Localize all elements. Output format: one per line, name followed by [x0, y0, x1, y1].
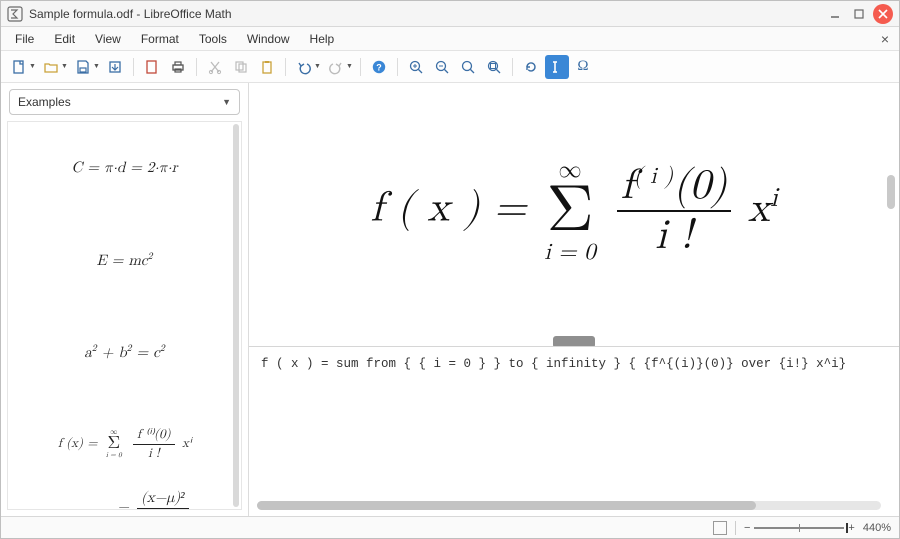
example-item[interactable]: − (x−μ)² [8, 490, 241, 510]
save-button[interactable] [71, 55, 95, 79]
undo-caret[interactable]: ▼ [314, 63, 322, 70]
cut-button[interactable] [203, 55, 227, 79]
titlebar: Sample formula.odf - LibreOffice Math [1, 1, 899, 27]
zoom-out-icon[interactable]: − [744, 522, 750, 534]
export-pdf-button[interactable] [140, 55, 164, 79]
zoom-in-icon[interactable]: + [848, 522, 854, 534]
menu-help[interactable]: Help [300, 29, 345, 49]
formula-cursor-button[interactable] [545, 55, 569, 79]
redo-button[interactable] [324, 55, 348, 79]
menu-format[interactable]: Format [131, 29, 189, 49]
examples-list: C = π·d = 2·π·r E = mc2 a2 + b2 = c2 f (… [7, 121, 242, 510]
main: f ( x ) = ∞ Σ i = 0 f( i )(0) i ! xi [249, 83, 899, 516]
menu-edit[interactable]: Edit [44, 29, 85, 49]
editor-scrollbar[interactable] [257, 501, 881, 510]
statusbar: − + 440% [1, 516, 899, 538]
undo-button[interactable] [292, 55, 316, 79]
sidebar-scrollbar[interactable] [233, 124, 239, 507]
command-editor[interactable]: f ( x ) = sum from { { i = 0 } } to { in… [249, 346, 899, 516]
toolbar: ▼ ▼ ▼ ▼ ▼ ? [1, 51, 899, 83]
close-button[interactable] [873, 4, 893, 24]
refresh-button[interactable] [519, 55, 543, 79]
svg-text:?: ? [376, 62, 382, 72]
zoom-100-button[interactable] [456, 55, 480, 79]
maximize-button[interactable] [849, 4, 869, 24]
redo-caret[interactable]: ▼ [346, 63, 354, 70]
paste-button[interactable] [255, 55, 279, 79]
zoom-fit-button[interactable] [482, 55, 506, 79]
export-button[interactable] [103, 55, 127, 79]
zoom-slider[interactable]: − + [744, 522, 855, 534]
window-title: Sample formula.odf - LibreOffice Math [29, 7, 232, 21]
document-close-icon[interactable]: × [875, 31, 895, 47]
canvas-scrollbar[interactable] [887, 91, 895, 332]
example-item[interactable]: f (x) = ∞ Σ i = 0 f ⁽ⁱ⁾(0) i ! xⁱ [8, 398, 241, 490]
menu-window[interactable]: Window [237, 29, 300, 49]
copy-button[interactable] [229, 55, 253, 79]
menu-file[interactable]: File [5, 29, 44, 49]
save-status-icon[interactable] [713, 521, 727, 535]
category-dropdown-label: Examples [18, 95, 71, 109]
body: Examples ▼ C = π·d = 2·π·r E = mc2 a2 + … [1, 83, 899, 516]
command-text[interactable]: f ( x ) = sum from { { i = 0 } } to { in… [249, 347, 899, 381]
chevron-down-icon: ▼ [222, 97, 231, 107]
open-caret[interactable]: ▼ [61, 63, 69, 70]
example-item[interactable]: a2 + b2 = c2 [8, 306, 241, 398]
print-button[interactable] [166, 55, 190, 79]
open-button[interactable] [39, 55, 63, 79]
formula-canvas[interactable]: f ( x ) = ∞ Σ i = 0 f( i )(0) i ! xi [249, 83, 899, 340]
menu-tools[interactable]: Tools [189, 29, 237, 49]
new-caret[interactable]: ▼ [29, 63, 37, 70]
example-item[interactable]: E = mc2 [8, 214, 241, 306]
zoom-in-button[interactable] [404, 55, 428, 79]
example-item[interactable]: C = π·d = 2·π·r [8, 122, 241, 214]
save-caret[interactable]: ▼ [93, 63, 101, 70]
new-button[interactable] [7, 55, 31, 79]
symbols-button[interactable]: Ω [571, 55, 595, 79]
menubar: File Edit View Format Tools Window Help … [1, 27, 899, 51]
app-window: Sample formula.odf - LibreOffice Math Fi… [0, 0, 900, 539]
rendered-formula: f ( x ) = ∞ Σ i = 0 f( i )(0) i ! xi [370, 159, 777, 264]
help-button[interactable]: ? [367, 55, 391, 79]
category-dropdown[interactable]: Examples ▼ [9, 89, 240, 115]
menu-view[interactable]: View [85, 29, 131, 49]
minimize-button[interactable] [825, 4, 845, 24]
zoom-out-button[interactable] [430, 55, 454, 79]
app-icon [7, 6, 23, 22]
elements-sidebar: Examples ▼ C = π·d = 2·π·r E = mc2 a2 + … [1, 83, 249, 516]
zoom-value[interactable]: 440% [863, 522, 891, 534]
